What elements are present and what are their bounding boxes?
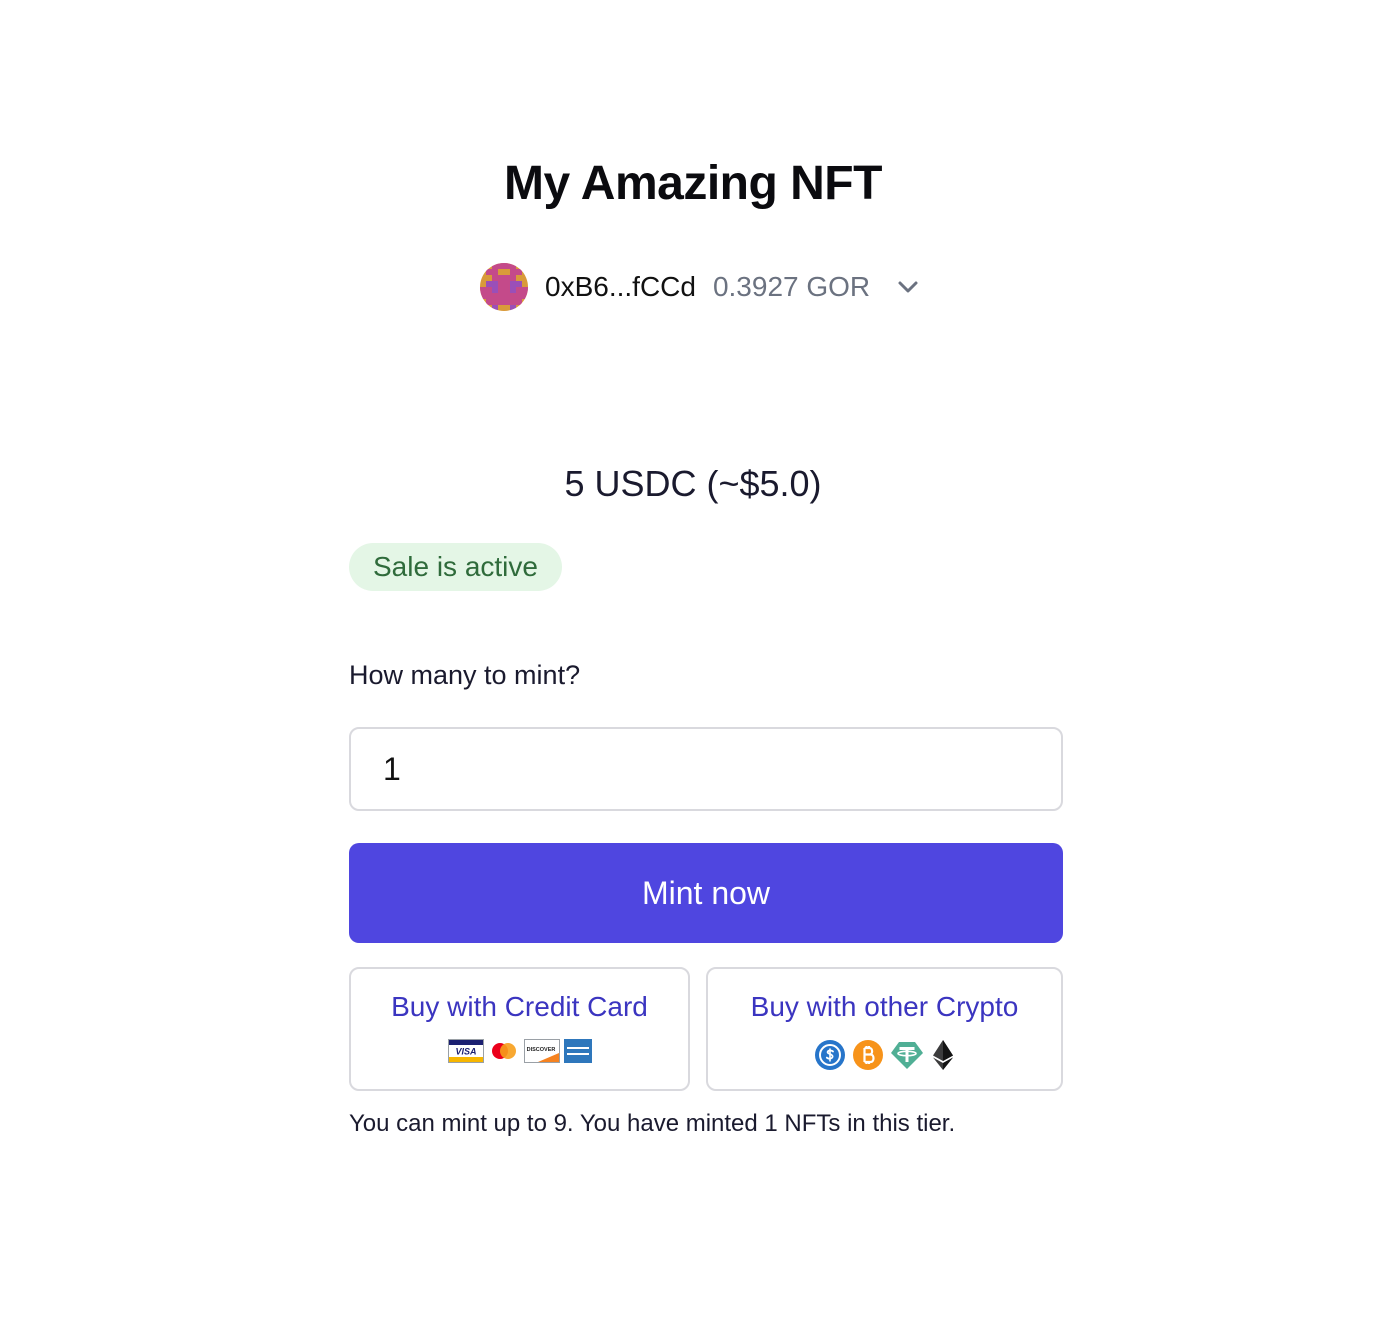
wallet-balance: 0.3927 GOR [712,271,871,302]
buy-with-other-crypto-button[interactable]: Buy with other Crypto [706,967,1063,1091]
card-logos: VISA DISCOVER [351,1039,688,1068]
svg-text:VISA: VISA [455,1047,476,1057]
chevron-down-icon[interactable] [896,275,920,299]
mint-limit-note: You can mint up to 9. You have minted 1 … [349,1110,956,1137]
discover-icon: DISCOVER [523,1039,560,1068]
bitcoin-icon [852,1039,884,1076]
svg-text:DISCOVER: DISCOVER [526,1047,555,1053]
buy-with-credit-card-button[interactable]: Buy with Credit Card VISA DISCOVER [349,967,690,1091]
mastercard-icon [487,1039,520,1068]
buy-credit-card-label: Buy with Credit Card [391,991,648,1022]
mint-page: My Amazing NFT 0xB6...fCCd 0.3927 GOR 5 … [0,0,1386,1320]
visa-icon: VISA [447,1039,484,1068]
sale-status-badge: Sale is active [349,543,562,591]
mint-quantity-label: How many to mint? [349,660,581,690]
usdc-icon [814,1039,846,1076]
american-express-icon [563,1039,592,1068]
page-title: My Amazing NFT [504,157,882,210]
crypto-logos [708,1039,1061,1076]
price-label: 5 USDC (~$5.0) [564,463,822,504]
wallet-connect-button[interactable]: 0xB6...fCCd 0.3927 GOR [480,262,920,312]
mint-now-button[interactable]: Mint now [349,843,1063,943]
ethereum-icon [930,1039,956,1076]
mint-quantity-input[interactable] [349,727,1063,811]
buy-crypto-label: Buy with other Crypto [750,991,1019,1022]
wallet-address: 0xB6...fCCd [545,271,696,302]
tether-icon [890,1039,924,1076]
pixel-avatar-icon [480,263,528,311]
